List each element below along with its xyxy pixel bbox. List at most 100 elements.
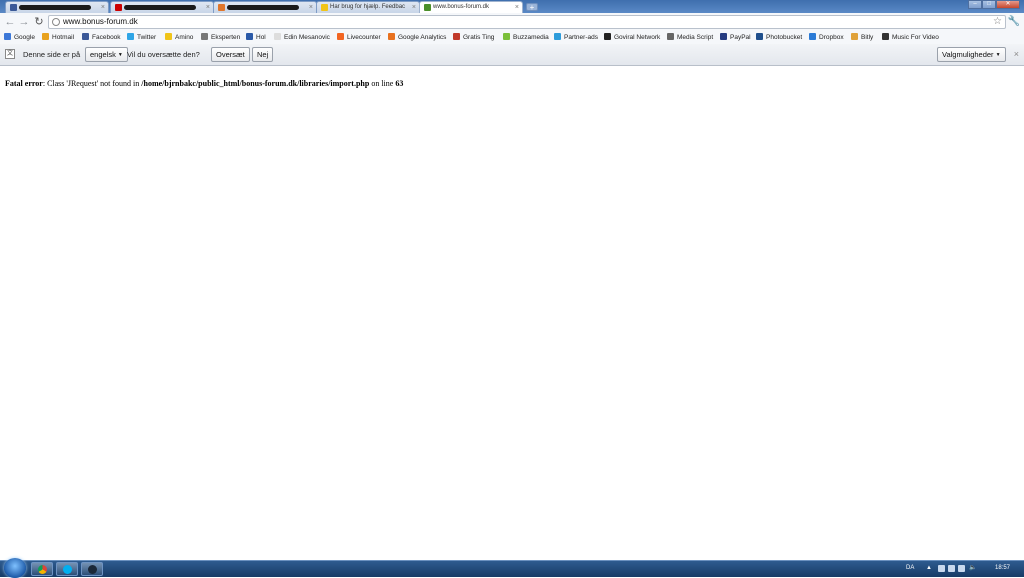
bookmark-star-icon[interactable]: ☆ xyxy=(993,16,1002,28)
youtube-favicon-icon xyxy=(115,4,122,11)
wrench-menu-icon[interactable]: 🔧 xyxy=(1008,15,1020,29)
bitly-icon xyxy=(851,33,858,40)
bookmark-livecounter[interactable]: Livecounter xyxy=(337,32,381,43)
hol-icon xyxy=(246,33,253,40)
maximize-button[interactable]: □ xyxy=(982,0,996,9)
bookmark-dropbox[interactable]: Dropbox xyxy=(809,32,844,43)
language-select[interactable]: engelsk ▼ xyxy=(85,47,128,62)
taskbar-chrome[interactable] xyxy=(31,562,53,576)
eksperten-icon xyxy=(201,33,208,40)
new-tab-button[interactable]: + xyxy=(526,3,538,12)
window-controls: – □ ✕ xyxy=(968,0,1020,9)
translate-question: Vil du oversætte den? xyxy=(127,50,200,59)
bookmark-twitter[interactable]: Twitter xyxy=(127,32,156,43)
bookmark-hotmail[interactable]: Hotmail xyxy=(42,32,74,43)
error-path: /home/bjrnbakc/public_html/bonus-forum.d… xyxy=(141,79,370,88)
bookmarks-bar: Google Hotmail Facebook Twitter Amino Ek… xyxy=(0,31,1024,45)
bookmark-google[interactable]: Google xyxy=(4,32,35,43)
translate-infobar: 文 Denne side er på engelsk ▼ Vil du overs… xyxy=(0,44,1024,66)
bulb-icon xyxy=(165,33,172,40)
paypal-icon xyxy=(720,33,727,40)
bookmark-photobucket[interactable]: Photobucket xyxy=(756,32,802,43)
reload-icon[interactable]: ↻ xyxy=(33,16,45,28)
system-tray: DA ▲ 🔈 18:57 xyxy=(894,561,1024,577)
network-icon[interactable] xyxy=(958,565,965,572)
bookmark-gratis-ting[interactable]: Gratis Ting xyxy=(453,32,494,43)
tab-close-icon[interactable]: × xyxy=(309,2,313,13)
close-window-button[interactable]: ✕ xyxy=(996,0,1020,9)
translate-button[interactable]: Oversæt xyxy=(211,47,250,62)
tab-close-icon[interactable]: × xyxy=(206,2,210,13)
skype-icon xyxy=(63,565,72,574)
bookmark-buzzamedia[interactable]: Buzzamedia xyxy=(503,32,549,43)
back-arrow-icon[interactable]: ← xyxy=(4,16,16,28)
error-label: Fatal error xyxy=(5,79,43,88)
bookmark-paypal[interactable]: PayPal xyxy=(720,32,751,43)
page-favicon-icon xyxy=(218,4,225,11)
hotmail-icon xyxy=(42,33,49,40)
bookmark-hol[interactable]: Hol xyxy=(246,32,266,43)
address-bar[interactable]: www.bonus-forum.dk ☆ xyxy=(48,15,1006,29)
clock[interactable]: 18:57 xyxy=(995,561,1010,576)
bookmark-amino[interactable]: Amino xyxy=(165,32,193,43)
mediascript-icon xyxy=(667,33,674,40)
close-infobar-icon[interactable]: × xyxy=(1014,47,1019,62)
bookmark-music-for-video[interactable]: Music For Video xyxy=(882,32,939,43)
volume-icon[interactable]: 🔈 xyxy=(969,561,976,576)
language-indicator[interactable]: DA xyxy=(906,561,914,576)
chrome-icon xyxy=(38,565,47,574)
tab-close-icon[interactable]: × xyxy=(101,2,105,13)
tray-expand-icon[interactable]: ▲ xyxy=(926,561,932,576)
tab-title: Har brug for hjælp. Feedbac xyxy=(330,4,406,10)
url-text[interactable]: www.bonus-forum.dk xyxy=(63,16,138,28)
bookmark-eksperten[interactable]: Eksperten xyxy=(201,32,240,43)
taskbar-steam[interactable] xyxy=(81,562,103,576)
redacted-title xyxy=(19,5,91,10)
partnerads-icon xyxy=(554,33,561,40)
bookmark-google-analytics[interactable]: Google Analytics xyxy=(388,32,446,43)
goviral-icon xyxy=(604,33,611,40)
buzzamedia-icon xyxy=(503,33,510,40)
forward-arrow-icon[interactable]: → xyxy=(18,16,30,28)
tab-2[interactable]: × xyxy=(110,1,214,13)
page-content: Fatal error: Class 'JRequest' not found … xyxy=(0,66,1024,560)
error-line: 63 xyxy=(395,79,404,88)
bookmark-media-script[interactable]: Media Script xyxy=(667,32,713,43)
analytics-icon xyxy=(388,33,395,40)
bookmark-edin-mesanovic[interactable]: Edin Mesanovic xyxy=(274,32,330,43)
bookmark-partner-ads[interactable]: Partner-ads xyxy=(554,32,598,43)
tab-close-icon[interactable]: × xyxy=(515,2,519,13)
steam-tray-icon[interactable] xyxy=(938,565,945,572)
steam-icon xyxy=(88,565,97,574)
bookmark-bitly[interactable]: Bitly xyxy=(851,32,873,43)
redacted-title xyxy=(124,5,196,10)
tab-strip: × × × Har brug for hjælp. Feedbac × www.… xyxy=(0,0,1024,13)
windows-taskbar: DA ▲ 🔈 18:57 xyxy=(0,558,1024,578)
no-button[interactable]: Nej xyxy=(252,47,274,62)
options-button[interactable]: Valgmuligheder ▼ xyxy=(937,47,1006,62)
globe-icon xyxy=(52,18,60,26)
facebook-icon xyxy=(82,33,89,40)
photobucket-icon xyxy=(756,33,763,40)
chevron-down-icon: ▼ xyxy=(117,52,123,58)
taskbar-skype[interactable] xyxy=(56,562,78,576)
minimize-button[interactable]: – xyxy=(968,0,982,9)
tab-close-icon[interactable]: × xyxy=(412,2,416,13)
browser-toolbar: ← → ↻ www.bonus-forum.dk ☆ 🔧 xyxy=(0,13,1024,32)
bookmark-goviral-network[interactable]: Goviral Network xyxy=(604,32,660,43)
livecounter-icon xyxy=(337,33,344,40)
bookmark-facebook[interactable]: Facebook xyxy=(82,32,121,43)
chevron-down-icon: ▼ xyxy=(995,52,1001,58)
flag-icon[interactable] xyxy=(948,565,955,572)
tab-active[interactable]: www.bonus-forum.dk × xyxy=(419,1,523,13)
twitter-icon xyxy=(127,33,134,40)
tab-4[interactable]: Har brug for hjælp. Feedbac × xyxy=(316,1,420,13)
dropbox-icon xyxy=(809,33,816,40)
start-button[interactable] xyxy=(4,558,26,578)
site-favicon-icon xyxy=(424,4,431,11)
tab-title: www.bonus-forum.dk xyxy=(433,4,490,10)
redacted-title xyxy=(227,5,299,10)
translate-prefix: Denne side er på xyxy=(23,50,81,59)
tab-1[interactable]: × xyxy=(5,1,109,13)
tab-3[interactable]: × xyxy=(213,1,317,13)
